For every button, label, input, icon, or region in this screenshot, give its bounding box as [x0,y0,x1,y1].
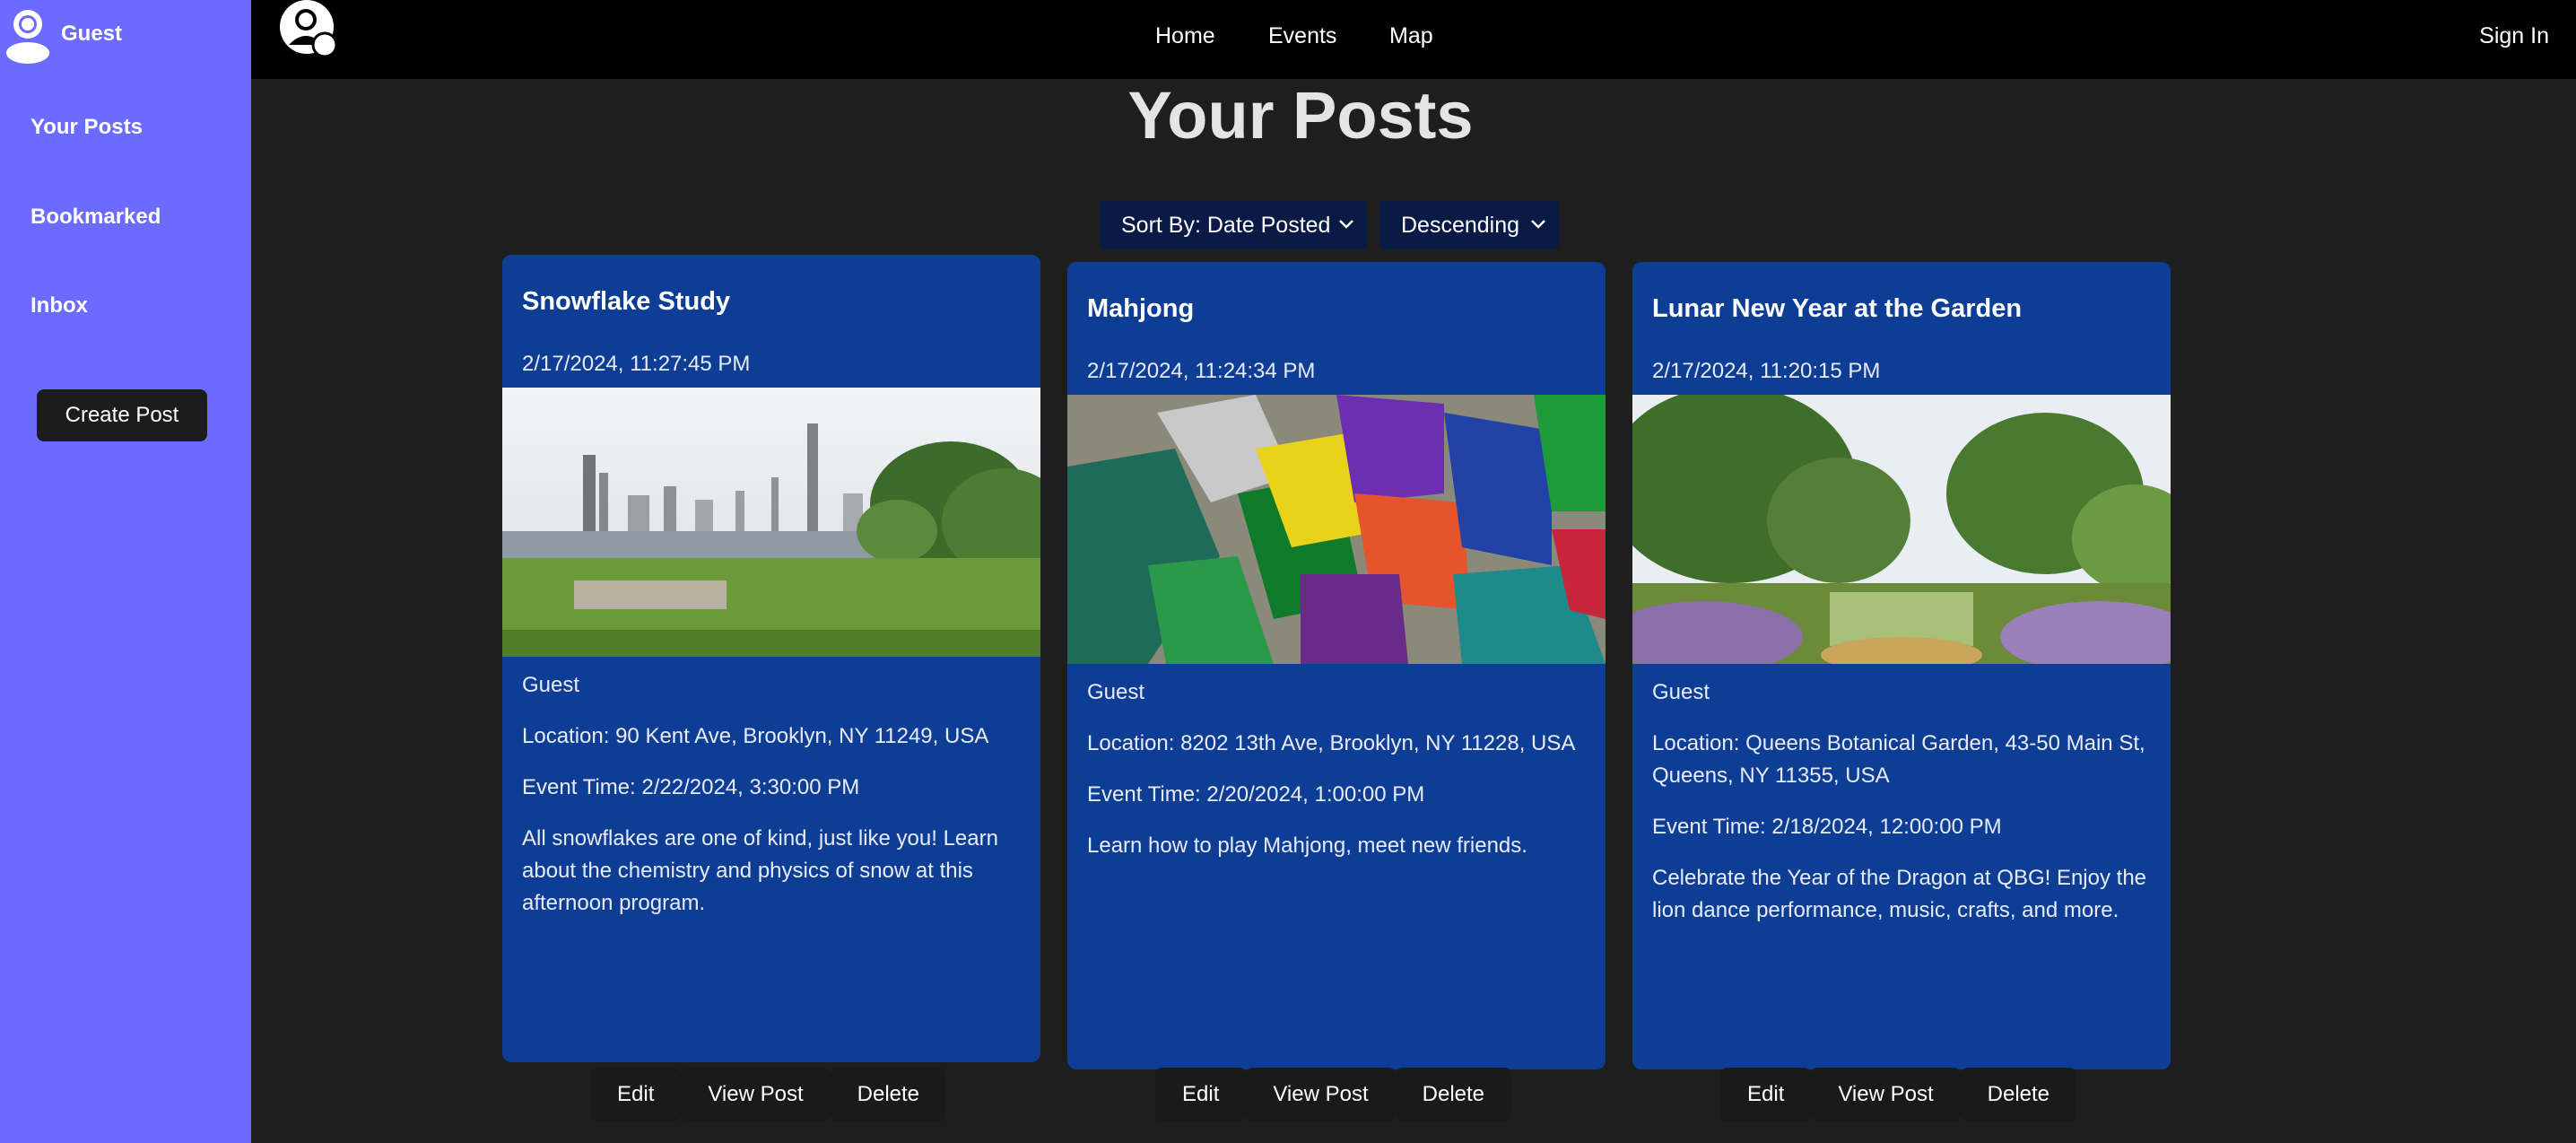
top-navbar: Home Events Map Sign In [251,0,2576,79]
post-event-time: Event Time: 2/18/2024, 12:00:00 PM [1652,815,2002,839]
post-actions: Edit View Post Delete [590,1068,947,1121]
post-actions: Edit View Post Delete [1155,1068,1512,1121]
user-avatar-icon [6,10,49,64]
logo-icon[interactable] [280,0,339,59]
edit-button[interactable]: Edit [590,1068,682,1121]
post-event-time: Event Time: 2/20/2024, 1:00:00 PM [1087,782,1425,807]
post-location: Location: Queens Botanical Garden, 43-50… [1652,731,2145,788]
view-post-button[interactable]: View Post [1811,1068,1961,1121]
page-title: Your Posts [1127,78,1474,153]
create-post-button[interactable]: Create Post [37,389,207,441]
view-post-button[interactable]: View Post [1246,1068,1396,1121]
post-location: Location: 90 Kent Ave, Brooklyn, NY 1124… [522,724,989,748]
post-title: Lunar New Year at the Garden [1652,294,2023,323]
post-actions: Edit View Post Delete [1720,1068,2077,1121]
post-card[interactable]: Mahjong 2/17/2024, 11:24:34 PM Guest Loc… [1067,262,1606,1069]
user-name: Guest [61,22,123,46]
post-description: All snowflakes are one of kind, just lik… [522,826,998,915]
post-description: Celebrate the Year of the Dragon at QBG!… [1652,866,2147,922]
sort-order-value: Descending [1401,212,1520,238]
edit-button[interactable]: Edit [1720,1068,1812,1121]
post-event-time: Event Time: 2/22/2024, 3:30:00 PM [522,775,860,799]
delete-button[interactable]: Delete [830,1068,947,1121]
edit-button[interactable]: Edit [1155,1068,1247,1121]
sort-by-select[interactable]: Sort By: Date Posted [1100,201,1367,249]
chevron-down-icon [1339,220,1353,229]
nav-home[interactable]: Home [1155,23,1215,49]
sidebar-item-bookmarked[interactable]: Bookmarked [30,205,161,230]
nav-events[interactable]: Events [1268,23,1336,49]
post-title: Mahjong [1087,294,1195,323]
post-card[interactable]: Snowflake Study 2/17/2024, 11:27:45 PM G… [502,255,1040,1062]
post-image [502,388,1040,657]
post-image [1632,395,2171,664]
post-location: Location: 8202 13th Ave, Brooklyn, NY 11… [1087,731,1576,755]
nav-map[interactable]: Map [1389,23,1433,49]
post-author: Guest [1652,680,1710,704]
post-author: Guest [1087,680,1145,704]
post-card[interactable]: Lunar New Year at the Garden 2/17/2024, … [1632,262,2171,1069]
sidebar-user[interactable]: Guest [5,0,122,72]
delete-button[interactable]: Delete [1395,1068,1512,1121]
post-date: 2/17/2024, 11:27:45 PM [522,352,751,376]
post-description: Learn how to play Mahjong, meet new frie… [1087,833,1527,858]
post-title: Snowflake Study [522,287,731,316]
post-author: Guest [522,673,580,697]
view-post-button[interactable]: View Post [681,1068,831,1121]
sort-by-value: Sort By: Date Posted [1121,212,1331,238]
post-date: 2/17/2024, 11:24:34 PM [1087,359,1316,383]
sidebar-item-inbox[interactable]: Inbox [30,293,88,318]
post-image [1067,395,1606,664]
sidebar: Guest Your Posts Bookmarked Inbox Create… [0,0,251,1143]
sidebar-item-your-posts[interactable]: Your Posts [30,115,143,140]
sign-in-link[interactable]: Sign In [2479,23,2549,49]
post-date: 2/17/2024, 11:20:15 PM [1652,359,1881,383]
chevron-down-icon [1531,220,1545,229]
delete-button[interactable]: Delete [1960,1068,2077,1121]
sort-order-select[interactable]: Descending [1379,201,1559,249]
